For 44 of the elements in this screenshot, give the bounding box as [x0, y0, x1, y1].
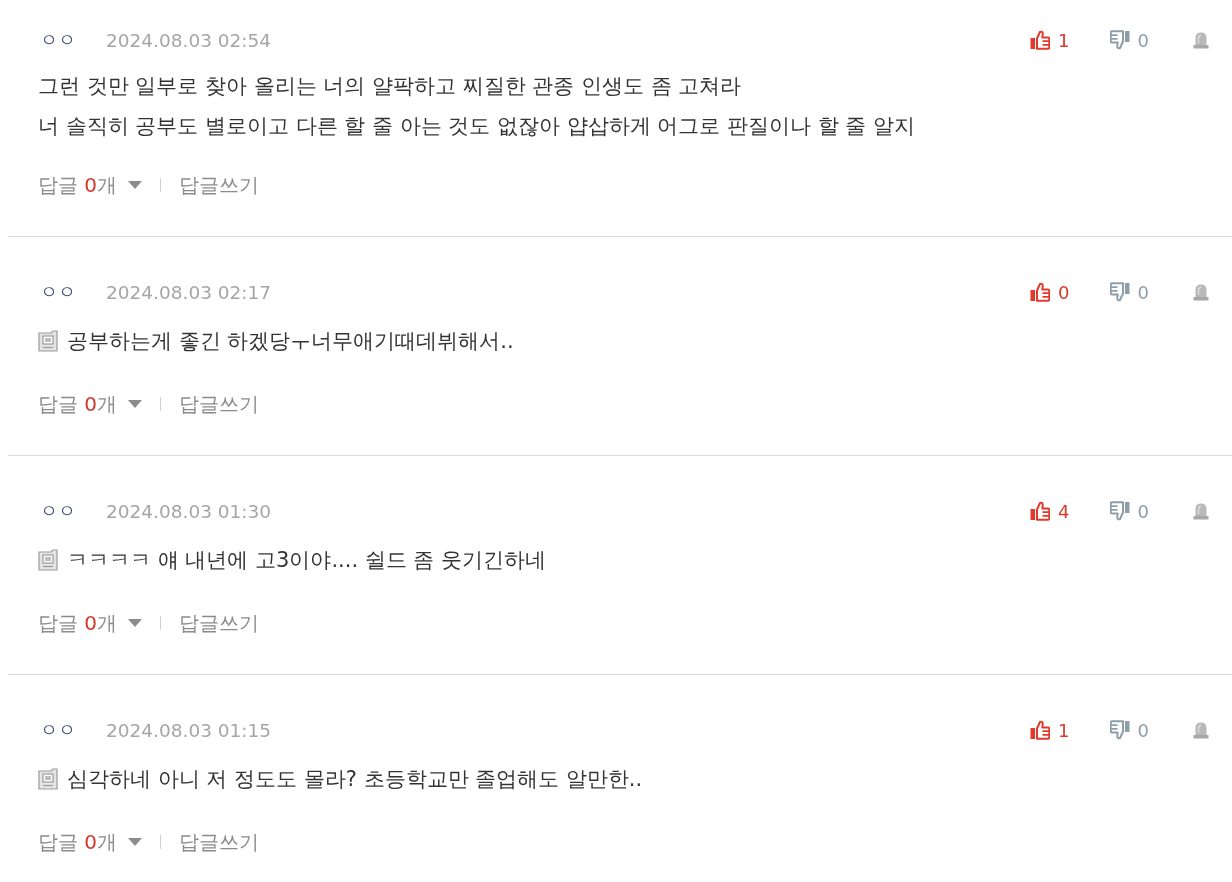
like-button[interactable]: 1 [1030, 719, 1070, 741]
like-button[interactable]: 1 [1030, 29, 1070, 51]
thumbs-up-icon [1030, 282, 1051, 302]
dislike-button[interactable]: 0 [1109, 719, 1149, 741]
write-reply-link[interactable]: 답글쓰기 [179, 828, 260, 856]
thumbs-down-icon [1109, 282, 1130, 302]
dislike-button[interactable]: 0 [1109, 500, 1149, 522]
reply-toggle[interactable]: 답글 0개 [38, 171, 143, 199]
reply-toggle[interactable]: 답글 0개 [38, 609, 143, 637]
author-name[interactable]: ㅇㅇ [40, 499, 76, 523]
reply-toggle[interactable]: 답글 0개 [38, 390, 143, 418]
siren-icon[interactable] [1192, 502, 1210, 520]
thumbs-down-icon [1109, 501, 1130, 521]
caret-icon [128, 838, 143, 846]
comment-date: 2024.08.03 01:15 [106, 719, 272, 741]
dislike-button[interactable]: 0 [1109, 281, 1149, 303]
comment-text: 공부하는게 좋긴 하겠당ㅜ너무애기때데뷔해서.. [67, 328, 514, 355]
reply-toggle[interactable]: 답글 0개 [38, 828, 143, 856]
siren-icon[interactable] [1192, 283, 1210, 301]
caret-icon [128, 400, 143, 408]
comment-date: 2024.08.03 02:54 [106, 29, 272, 51]
comment-date: 2024.08.03 01:30 [106, 500, 272, 522]
comment-text: 심각하네 아니 저 정도도 몰라? 초등학교만 졸업해도 알만한.. [67, 766, 643, 793]
thumbs-down-icon [1109, 720, 1130, 740]
like-button[interactable]: 0 [1030, 281, 1070, 303]
write-reply-link[interactable]: 답글쓰기 [179, 609, 260, 637]
caret-icon [128, 181, 143, 189]
author-name[interactable]: ㅇㅇ [40, 28, 76, 52]
siren-icon[interactable] [1192, 721, 1210, 739]
thumbs-up-icon [1030, 30, 1051, 50]
comment-date: 2024.08.03 02:17 [106, 281, 272, 303]
write-reply-link[interactable]: 답글쓰기 [179, 171, 260, 199]
thumbs-up-icon [1030, 720, 1051, 740]
author-name[interactable]: ㅇㅇ [40, 280, 76, 304]
comment-text: 그런 것만 일부로 찾아 올리는 너의 얄팍하고 찌질한 관종 인생도 좀 고쳐라 너 솔직히 공부도 별로이고 다른 할 줄 아는 것도 없잖아 얍삽하게 어그로 판질이나 할 줄 알지 [38, 73, 916, 140]
like-button[interactable]: 4 [1030, 500, 1070, 522]
author-name[interactable]: ㅇㅇ [40, 718, 76, 742]
comment-text: ㅋㅋㅋㅋ 얘 내년에 고3이야.... 쉴드 좀 웃기긴하네 [67, 547, 547, 574]
thumbs-up-icon [1030, 501, 1051, 521]
caret-icon [128, 619, 143, 627]
thumbs-down-icon [1109, 30, 1130, 50]
dislike-button[interactable]: 0 [1109, 29, 1149, 51]
siren-icon[interactable] [1192, 31, 1210, 49]
write-reply-link[interactable]: 답글쓰기 [179, 390, 260, 418]
